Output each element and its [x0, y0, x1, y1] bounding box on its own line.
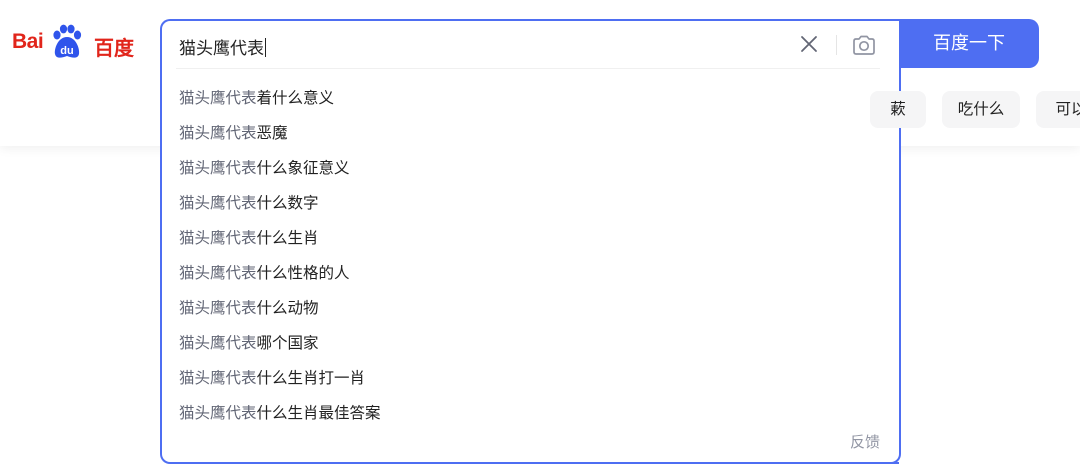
hot-search-tag[interactable]: 可以 [1036, 91, 1080, 128]
hot-search-tag[interactable]: 蔌 [870, 91, 926, 128]
feedback-link[interactable]: 反馈 [850, 431, 880, 452]
logo-chinese-text: 百度 [94, 36, 134, 60]
logo-paw-text: du [60, 45, 73, 57]
suggestion-item[interactable]: 猫头鹰代表什么动物 [179, 297, 381, 332]
input-underline [176, 68, 896, 69]
input-divider [836, 35, 837, 55]
close-icon[interactable] [798, 33, 820, 55]
suggestion-item[interactable]: 猫头鹰代表什么数字 [179, 192, 381, 227]
suggestion-item[interactable]: 猫头鹰代表恶魔 [179, 122, 381, 157]
logo-latin-text: Bai [12, 30, 44, 53]
paw-icon: du [53, 24, 82, 58]
suggestion-item[interactable]: 猫头鹰代表什么生肖 [179, 227, 381, 262]
search-input[interactable]: 猫头鹰代表 [162, 21, 897, 69]
hot-search-tag[interactable]: 吃什么 [942, 91, 1020, 128]
suggestion-item[interactable]: 猫头鹰代表什么象征意义 [179, 157, 381, 192]
search-suggestion-box: 猫头鹰代表 猫头鹰代表着什么意义 猫头鹰代表恶魔 猫头鹰代表什么象征意义 猫头鹰… [160, 19, 899, 464]
suggestion-item[interactable]: 猫头鹰代表着什么意义 [179, 87, 381, 122]
camera-icon[interactable] [851, 33, 877, 57]
baidu-logo[interactable]: Bai du 百度 [12, 22, 142, 62]
suggestion-item[interactable]: 猫头鹰代表什么性格的人 [179, 262, 381, 297]
search-input-value[interactable]: 猫头鹰代表 [179, 34, 266, 59]
search-button[interactable]: 百度一下 [899, 19, 1039, 68]
text-caret [265, 38, 266, 57]
suggestion-item[interactable]: 猫头鹰代表什么生肖最佳答案 [179, 402, 381, 437]
suggestion-list: 猫头鹰代表着什么意义 猫头鹰代表恶魔 猫头鹰代表什么象征意义 猫头鹰代表什么数字… [179, 87, 381, 437]
suggestion-item[interactable]: 猫头鹰代表什么生肖打一肖 [179, 367, 381, 402]
suggestion-item[interactable]: 猫头鹰代表哪个国家 [179, 332, 381, 367]
